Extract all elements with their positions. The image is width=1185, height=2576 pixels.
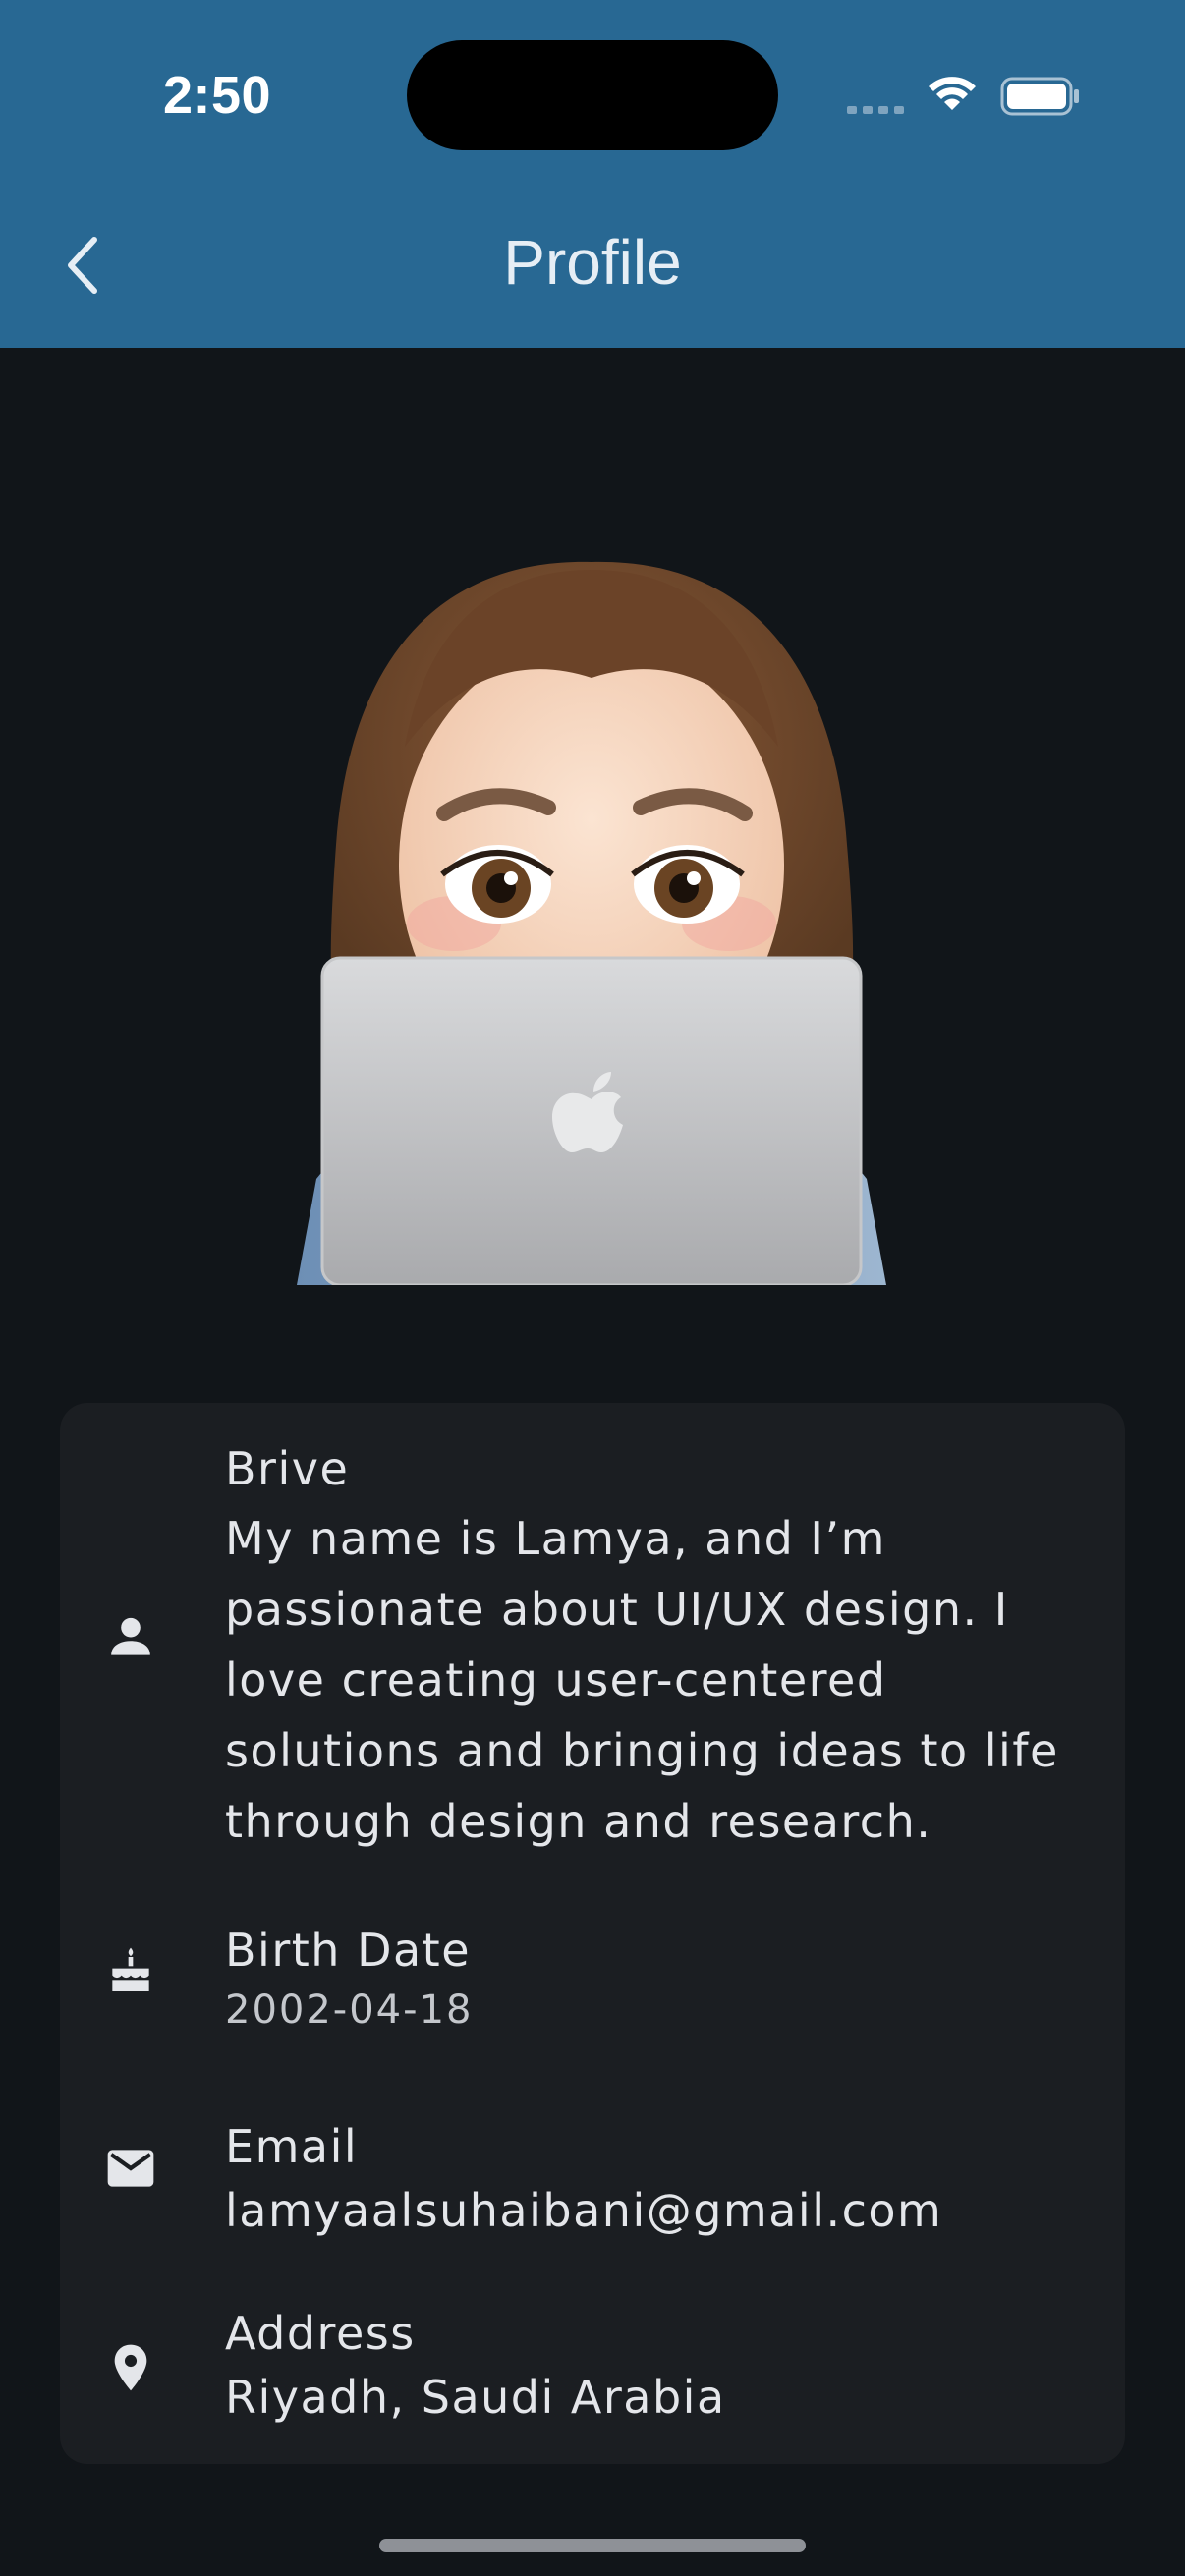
birth-date-row: Birth Date 2002-04-18 <box>60 1894 1125 2051</box>
email-label: Email <box>225 2120 359 2173</box>
page-title: Profile <box>503 227 682 298</box>
address-value: Riyadh, Saudi Arabia <box>225 2371 726 2424</box>
status-time: 2:50 <box>163 66 272 125</box>
address-row: Address Riyadh, Saudi Arabia <box>60 2277 1125 2454</box>
mail-icon <box>107 2150 154 2187</box>
bio-row: Brive My name is Lamya, and I’m passiona… <box>60 1403 1125 1865</box>
address-label: Address <box>225 2307 416 2360</box>
cellular-signal-icon <box>847 106 904 114</box>
dynamic-island <box>407 40 778 150</box>
profile-info-card: Brive My name is Lamya, and I’m passiona… <box>60 1403 1125 2464</box>
birth-date-value: 2002-04-18 <box>225 1988 474 2033</box>
email-value: lamyaalsuhaibani@gmail.com <box>225 2184 943 2237</box>
status-icons <box>847 69 1083 118</box>
email-row: Email lamyaalsuhaibani@gmail.com <box>60 2091 1125 2248</box>
profile-avatar <box>257 550 926 1285</box>
wifi-icon <box>929 77 976 110</box>
birth-date-label: Birth Date <box>225 1924 472 1977</box>
app-header: 2:50 Profile <box>0 0 1185 348</box>
home-indicator[interactable] <box>379 2539 806 2552</box>
bio-value: My name is Lamya, and I’m passionate abo… <box>225 1512 1059 1848</box>
location-pin-icon <box>114 2344 147 2391</box>
person-icon <box>111 1617 150 1655</box>
battery-icon <box>1000 77 1079 116</box>
bio-label: Brive <box>225 1442 350 1495</box>
cake-icon <box>112 1947 149 1991</box>
